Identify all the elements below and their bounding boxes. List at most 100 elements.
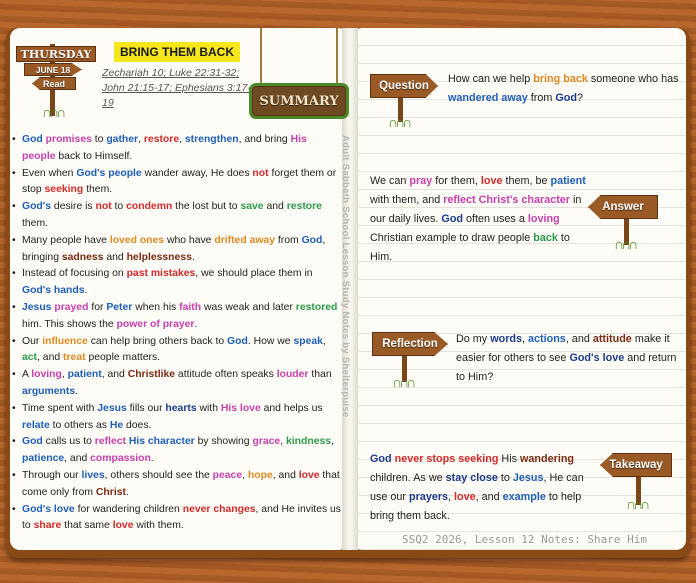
takeaway-sign: Takeaway: [600, 453, 672, 477]
highlighted-word: love: [454, 491, 476, 503]
question-sign: Question: [370, 74, 438, 98]
text-segment: Instead of focusing on: [22, 268, 127, 280]
text-segment: Through our: [22, 469, 82, 481]
grass-icon: [614, 236, 635, 252]
summary-bullet: God calls us to reflect His character by…: [12, 434, 342, 468]
highlighted-word: kindness: [285, 436, 332, 448]
summary-bullet: God's love for wandering children never …: [12, 502, 342, 536]
text-segment: children. As we: [370, 472, 446, 484]
highlighted-word: prayers: [409, 491, 449, 503]
text-segment: with them, and: [370, 194, 444, 206]
highlighted-word: Jesus: [512, 472, 544, 484]
text-segment: calls us to: [42, 436, 95, 448]
text-segment: , others should see the: [104, 469, 213, 481]
text-segment: with them.: [133, 520, 184, 532]
text-segment: for them,: [432, 175, 481, 187]
text-segment: people matters.: [85, 352, 161, 364]
highlighted-word: save: [240, 201, 264, 213]
text-segment: , we should place them in: [195, 268, 313, 280]
day-sign: THURSDAY: [16, 46, 96, 62]
text-segment: , and bring: [238, 134, 291, 145]
text-segment: ,: [331, 436, 334, 448]
text-segment: .: [194, 318, 198, 330]
text-segment: than: [308, 369, 332, 381]
text-segment: back to Himself.: [55, 150, 133, 162]
summary-bullet: Instead of focusing on past mistakes, we…: [12, 266, 342, 300]
text-segment: His: [498, 453, 521, 465]
grass-icon: [42, 104, 63, 120]
footer-note: SSQ2 2026, Lesson 12 Notes: Share Him: [402, 533, 648, 546]
text-segment: when his: [132, 301, 180, 313]
highlighted-word: lives: [81, 469, 105, 481]
text-segment: Our: [22, 335, 43, 347]
highlighted-word: God's hands: [22, 285, 85, 297]
text-segment: How can we help: [448, 73, 534, 85]
text-segment: A: [22, 369, 32, 381]
highlighted-word: helplessness: [126, 251, 192, 263]
highlighted-word: share: [33, 520, 62, 532]
highlighted-word: not: [252, 167, 269, 179]
grass-icon: [626, 496, 647, 512]
highlighted-word: attitude: [592, 333, 632, 345]
highlighted-word: power of prayer: [116, 318, 195, 330]
text-segment: Even when: [22, 167, 77, 179]
highlighted-word: patient: [550, 175, 586, 187]
text-segment: and: [263, 201, 287, 213]
highlighted-word: patient: [67, 369, 102, 381]
summary-bullet: Our influence can help bring others back…: [12, 334, 342, 368]
highlighted-word: God: [22, 436, 43, 448]
highlighted-word: loving: [527, 213, 560, 225]
text-segment: fills our: [126, 402, 166, 414]
text-segment: .: [150, 453, 154, 465]
highlighted-word: restore: [143, 134, 180, 145]
answer-text: We can pray for them, love them, be pati…: [370, 172, 590, 267]
text-segment: from: [275, 234, 302, 246]
highlighted-word: peace: [212, 469, 243, 481]
highlighted-word: not: [95, 201, 112, 213]
highlighted-word: drifted away: [214, 234, 275, 246]
highlighted-word: God: [22, 134, 43, 145]
text-segment: Many people have: [22, 234, 110, 246]
text-segment: ,: [322, 335, 326, 347]
summary-bullet: A loving, patient, and Christlike attitu…: [12, 367, 342, 401]
takeaway-text: God never stops seeking His wandering ch…: [370, 450, 594, 526]
rope-right: [336, 28, 338, 88]
highlighted-word: reflect Christ's character: [443, 194, 571, 206]
highlighted-word: God: [555, 92, 577, 104]
text-segment: .: [125, 486, 129, 498]
highlighted-word: grace: [252, 436, 281, 448]
highlighted-word: God: [441, 213, 464, 225]
scripture-reference[interactable]: Zechariah 10; Luke 22:31-32; John 21:15-…: [102, 66, 252, 111]
text-segment: with: [196, 402, 221, 414]
text-segment: . How we: [247, 335, 294, 347]
highlighted-word: relate: [22, 419, 50, 431]
text-segment: can help bring others back to: [87, 335, 228, 347]
text-segment: him. This shows the: [22, 318, 117, 330]
highlighted-word: influence: [42, 335, 88, 347]
text-segment: the lost but to: [172, 201, 241, 213]
highlighted-word: past mistakes: [126, 268, 196, 280]
text-segment: them.: [22, 217, 48, 229]
text-segment: them.: [83, 184, 113, 196]
text-segment: , and: [101, 369, 128, 381]
highlighted-word: seeking: [44, 184, 84, 196]
highlighted-word: loved ones: [109, 234, 165, 246]
highlighted-word: words: [490, 333, 522, 345]
text-segment: Time spent with: [22, 402, 98, 414]
highlighted-word: God: [301, 234, 323, 246]
highlighted-word: hearts: [165, 402, 197, 414]
highlighted-word: God's love: [569, 352, 625, 364]
highlighted-word: compassion: [90, 453, 151, 465]
highlighted-word: God's: [22, 201, 52, 213]
highlighted-word: God's love: [22, 503, 75, 515]
text-segment: Do my: [456, 333, 491, 345]
text-segment: wander away, He does: [141, 167, 253, 179]
highlighted-word: restored: [295, 301, 338, 313]
text-segment: to others as: [49, 419, 110, 431]
rope-left: [260, 28, 262, 88]
summary-bullet: Time spent with Jesus fills our hearts w…: [12, 401, 342, 435]
highlighted-word: love: [480, 175, 503, 187]
text-segment: was weak and later: [201, 301, 296, 313]
highlighted-word: prayed: [54, 301, 89, 313]
highlighted-word: never stops seeking: [394, 453, 499, 465]
